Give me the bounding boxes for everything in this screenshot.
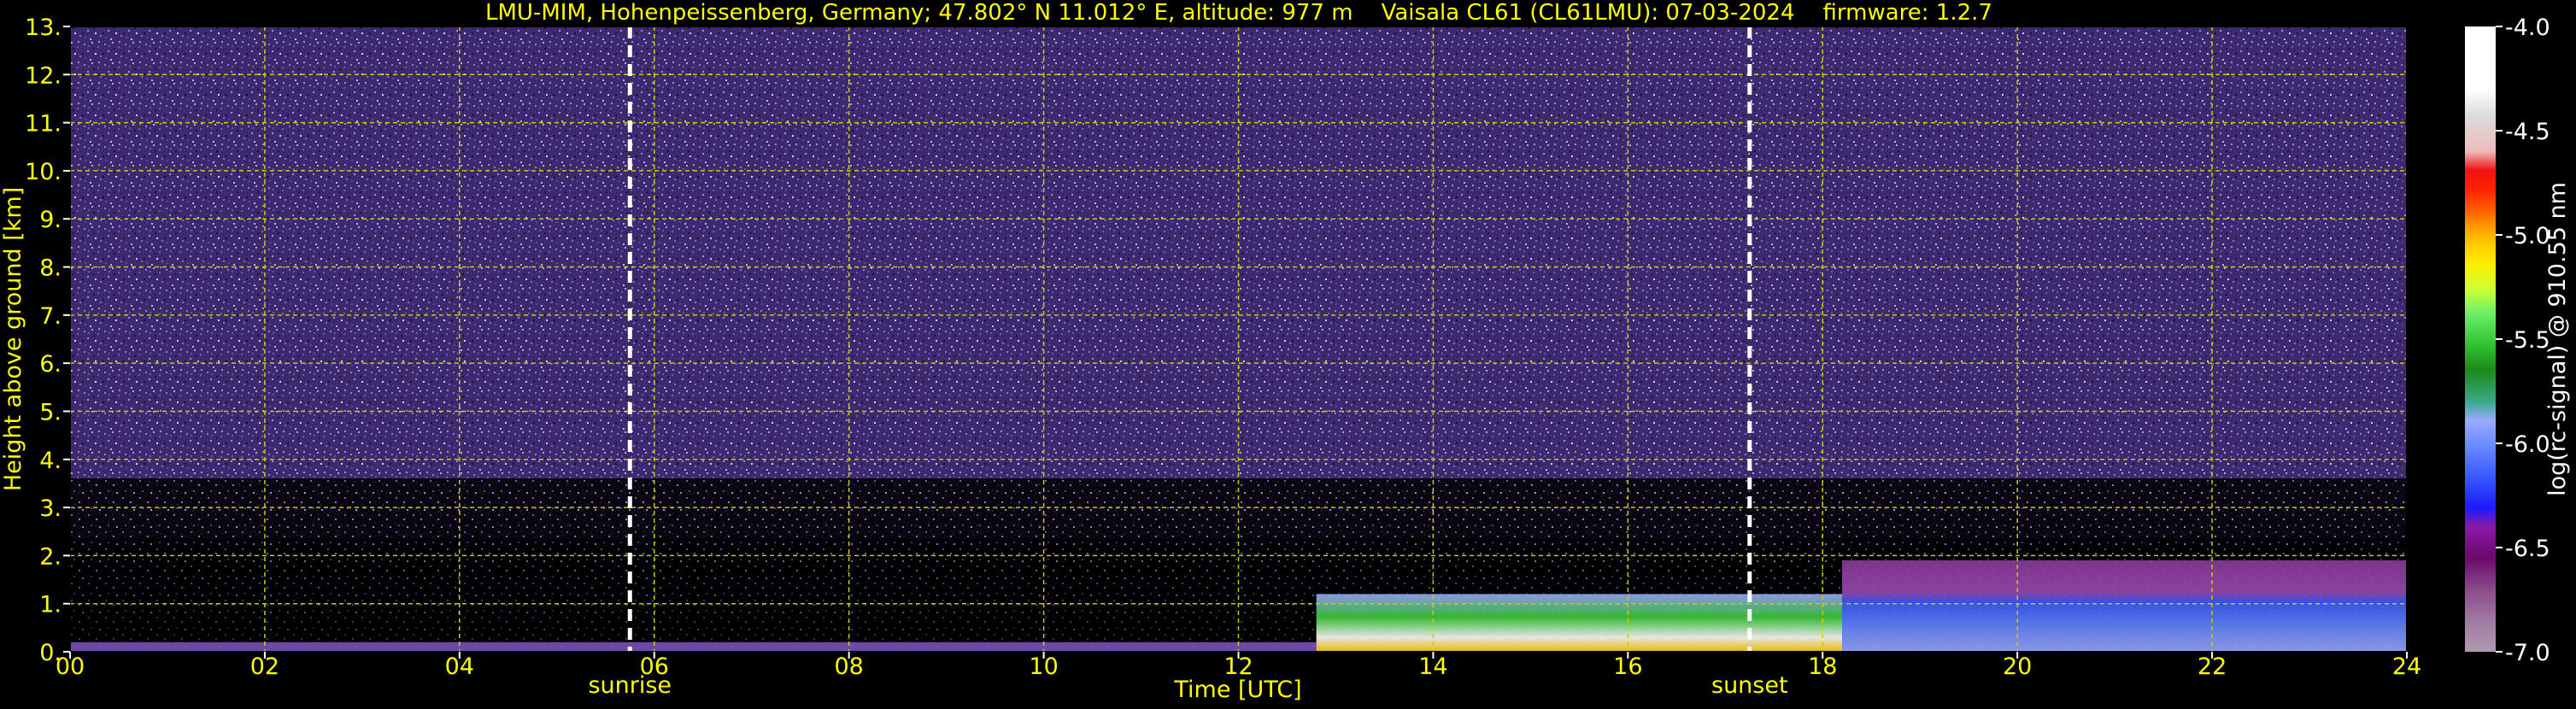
x-tick-label: 04 — [445, 653, 474, 680]
ceilometer-plot: LMU-MIM, Hohenpeissenberg, Germany; 47.8… — [0, 0, 2576, 706]
x-tick-label: 14 — [1418, 653, 1447, 680]
colorbar-scale — [2465, 26, 2496, 652]
y-tick-label: 12. — [25, 62, 62, 89]
y-axis-label: Height above ground [km] — [0, 187, 26, 491]
y-tick-label: 13. — [25, 15, 62, 41]
colorbar-tick-label: -5.5 — [2505, 327, 2550, 354]
colorbar-tick-label: -6.0 — [2505, 431, 2550, 458]
x-tick-label: 22 — [2198, 653, 2227, 680]
colorbar-tick-label: -4.0 — [2505, 15, 2550, 41]
y-tick-label: 4. — [39, 448, 62, 474]
y-tick-label: 6. — [39, 351, 62, 378]
x-tick-label: 24 — [2392, 653, 2421, 680]
y-ticks: 0.1.2.3.4.5.6.7.8.9.10.11.12.13. — [25, 15, 70, 666]
chart-title: LMU-MIM, Hohenpeissenberg, Germany; 47.8… — [485, 0, 1992, 26]
x-tick-label: 00 — [56, 653, 85, 680]
feature-residual-aerosol-layer — [1842, 560, 2407, 652]
y-tick-label: 1. — [39, 592, 62, 618]
y-tick-label: 9. — [39, 207, 62, 233]
y-tick-label: 10. — [25, 159, 62, 185]
x-tick-label: 02 — [250, 653, 279, 680]
plot-area: sunrise sunset — [69, 26, 2408, 699]
colorbar-tick-label: -5.0 — [2505, 223, 2550, 249]
y-tick-label: 7. — [39, 303, 62, 330]
y-tick-label: 3. — [39, 495, 62, 522]
colorbar-label: log(rc-signal) @ 910.55 nm — [2544, 182, 2571, 496]
y-tick-label: 8. — [39, 255, 62, 282]
sunset-label: sunset — [1711, 672, 1788, 699]
colorbar-tick-label: -4.5 — [2505, 119, 2550, 145]
colorbar-tick-label: -7.0 — [2505, 640, 2550, 666]
y-tick-label: 5. — [39, 399, 62, 425]
y-tick-label: 2. — [39, 543, 62, 570]
colorbar: -4.0 -4.5 -5.0 -5.5 -6.0 -6.5 -7.0 log(rc-sign… — [2465, 15, 2571, 666]
y-tick-label: 11. — [25, 111, 62, 138]
x-tick-label: 16 — [1613, 653, 1642, 680]
x-tick-label: 08 — [834, 653, 863, 680]
colorbar-tick-label: -6.5 — [2505, 536, 2550, 562]
x-axis-label: Time [UTC] — [1173, 677, 1301, 703]
colorbar-ticks: -4.0 -4.5 -5.0 -5.5 -6.0 -6.5 -7.0 — [2496, 15, 2550, 666]
x-tick-label: 06 — [640, 653, 669, 680]
feature-convective-boundary-layer — [1316, 594, 1843, 652]
x-tick-label: 10 — [1029, 653, 1058, 680]
feature-surface-layer — [70, 642, 1317, 652]
x-tick-label: 18 — [1808, 653, 1837, 680]
chart-svg: LMU-MIM, Hohenpeissenberg, Germany; 47.8… — [0, 0, 2571, 703]
x-tick-label: 20 — [2003, 653, 2032, 680]
